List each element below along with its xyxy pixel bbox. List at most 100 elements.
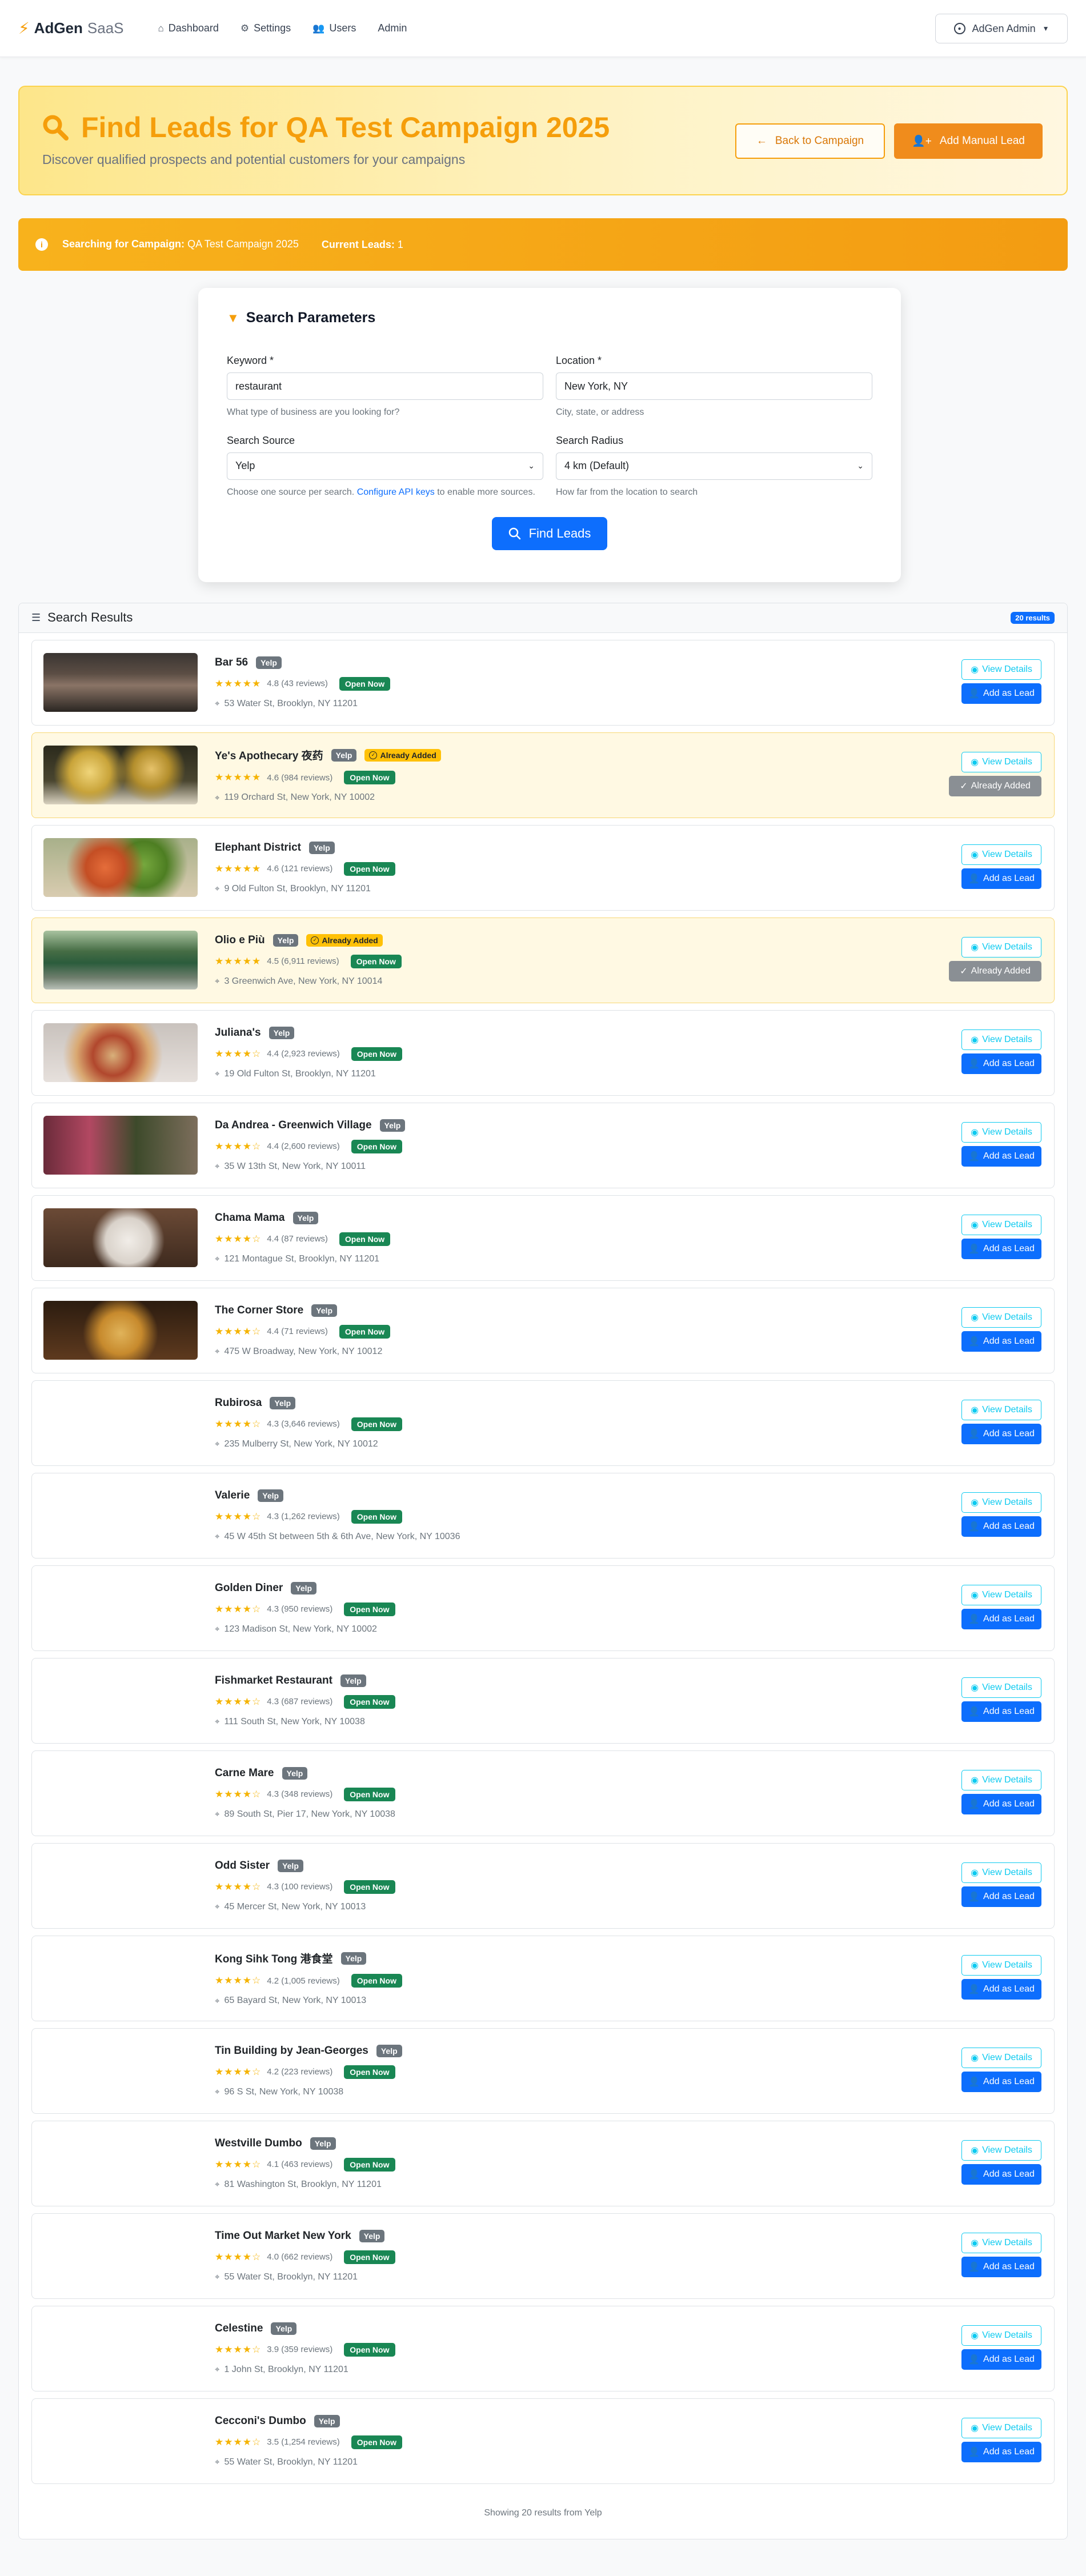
result-rating-row: ★★★★☆ 4.2 (223 reviews) Open Now <box>215 2065 402 2079</box>
rating-text: 4.3 (348 reviews) <box>267 1789 333 1800</box>
view-details-button[interactable]: ◉ View Details <box>961 2325 1041 2346</box>
nav-link-label: Admin <box>378 22 407 34</box>
add-as-lead-button[interactable]: 👤 Add as Lead <box>961 1423 1041 1444</box>
user-menu-button[interactable]: ● AdGen Admin ▼ <box>935 14 1068 43</box>
add-as-lead-button[interactable]: 👤 Add as Lead <box>961 1608 1041 1629</box>
result-address-row: ⌖ 53 Water St, Brooklyn, NY 11201 <box>215 699 390 709</box>
user-plus-icon: 👤 <box>968 1984 980 1994</box>
add-as-lead-button[interactable]: 👤 Add as Lead <box>961 683 1041 704</box>
view-details-label: View Details <box>982 2052 1032 2062</box>
view-details-button[interactable]: ◉ View Details <box>961 1214 1041 1235</box>
view-details-button[interactable]: ◉ View Details <box>961 844 1041 865</box>
add-as-lead-button[interactable]: 👤 Add as Lead <box>961 1331 1041 1352</box>
result-rating-row: ★★★★☆ 4.3 (687 reviews) Open Now <box>215 1694 395 1709</box>
add-as-lead-button[interactable]: 👤 Add as Lead <box>961 1238 1041 1259</box>
result-body: Bar 56 Yelp ★★★★★ 4.8 (43 reviews) Open Now ⌖… <box>215 656 391 709</box>
nav-link-users[interactable]: 👥 Users <box>312 22 356 34</box>
view-details-button[interactable]: ◉ View Details <box>961 751 1041 772</box>
add-as-lead-button[interactable]: 👤 Add as Lead <box>961 1516 1041 1537</box>
add-as-lead-label: Add as Lead <box>983 1336 1035 1346</box>
add-as-lead-button[interactable]: 👤 Add as Lead <box>961 2164 1041 2185</box>
eye-icon: ◉ <box>971 2423 979 2433</box>
source-badge: Yelp <box>314 2414 340 2427</box>
view-details-button[interactable]: ◉ View Details <box>961 936 1041 958</box>
campaign-name-group: i Searching for Campaign: QA Test Campai… <box>35 238 299 251</box>
users-icon: 👥 <box>312 22 325 34</box>
result-title-row: Juliana's Yelp <box>215 1026 402 1039</box>
result-address-row: ⌖ 111 South St, New York, NY 10038 <box>215 1717 395 1727</box>
source-select[interactable]: Yelp ⌄ <box>227 452 543 480</box>
result-actions: ◉ View Details 👤 Add as Lead <box>961 1399 1041 1444</box>
add-as-lead-button[interactable]: 👤 Add as Lead <box>961 1886 1041 1907</box>
result-actions: ◉ View Details 👤 Add as Lead <box>961 2417 1041 2462</box>
result-address-row: ⌖ 123 Madison St, New York, NY 10002 <box>215 1624 395 1634</box>
result-card: Valerie Yelp ★★★★☆ 4.3 (1,262 reviews) Open … <box>31 1472 1055 1559</box>
result-rating-row: ★★★★☆ 4.0 (662 reviews) Open Now <box>215 2250 395 2264</box>
result-rating-row: ★★★★☆ 4.2 (1,005 reviews) Open Now <box>215 1974 402 1988</box>
add-as-lead-button[interactable]: 👤 Add as Lead <box>961 1053 1041 1074</box>
result-title-row: Time Out Market New York Yelp <box>215 2229 395 2242</box>
result-body: The Corner Store Yelp ★★★★☆ 4.4 (71 reviews… <box>215 1304 391 1357</box>
result-actions: ◉ View Details 👤 Add as Lead <box>961 2140 1041 2185</box>
map-pin-icon: ⌖ <box>215 1161 220 1172</box>
view-details-button[interactable]: ◉ View Details <box>961 1862 1041 1883</box>
view-details-button[interactable]: ◉ View Details <box>961 1769 1041 1790</box>
result-rating-row: ★★★★☆ 4.3 (3,646 reviews) Open Now <box>215 1417 402 1431</box>
brand-logo[interactable]: ⚡ AdGen SaaS <box>18 19 124 38</box>
result-title-row: Valerie Yelp <box>215 1489 460 1502</box>
view-details-button[interactable]: ◉ View Details <box>961 2140 1041 2161</box>
view-details-button[interactable]: ◉ View Details <box>961 659 1041 680</box>
view-details-button[interactable]: ◉ View Details <box>961 1584 1041 1605</box>
radius-select[interactable]: 4 km (Default) ⌄ <box>556 452 872 480</box>
view-details-button[interactable]: ◉ View Details <box>961 1121 1041 1143</box>
star-rating-icon: ★★★★☆ <box>215 2066 262 2077</box>
eye-icon: ◉ <box>971 1035 979 1045</box>
user-plus-icon: 👤 <box>968 2447 980 2457</box>
view-details-button[interactable]: ◉ View Details <box>961 1029 1041 1050</box>
view-details-button[interactable]: ◉ View Details <box>961 1492 1041 1513</box>
view-details-button[interactable]: ◉ View Details <box>961 1677 1041 1698</box>
rating-text: 4.3 (3,646 reviews) <box>267 1419 340 1429</box>
configure-api-keys-link[interactable]: Configure API keys <box>357 487 435 497</box>
keyword-input[interactable] <box>227 372 543 400</box>
result-actions: ◉ View Details 👤 Add as Lead <box>961 1214 1041 1259</box>
nav-link-dashboard[interactable]: ⌂ Dashboard <box>158 22 219 34</box>
add-as-lead-button[interactable]: 👤 Add as Lead <box>961 2349 1041 2370</box>
nav-link-settings[interactable]: ⚙ Settings <box>241 22 291 34</box>
add-as-lead-button[interactable]: 👤 Add as Lead <box>961 1701 1041 1722</box>
result-body: Juliana's Yelp ★★★★☆ 4.4 (2,923 reviews) Ope… <box>215 1026 402 1079</box>
view-details-button[interactable]: ◉ View Details <box>961 2417 1041 2438</box>
back-to-campaign-button[interactable]: ← Back to Campaign <box>735 123 885 159</box>
open-now-badge: Open Now <box>351 1139 402 1153</box>
add-manual-lead-button[interactable]: 👤+ Add Manual Lead <box>894 123 1043 159</box>
result-actions: ◉ View Details 👤 Add as Lead <box>961 1307 1041 1352</box>
location-input[interactable] <box>556 372 872 400</box>
add-as-lead-button[interactable]: 👤 Add as Lead <box>961 1793 1041 1814</box>
result-address-row: ⌖ 65 Bayard St, New York, NY 10013 <box>215 1996 402 2006</box>
add-as-lead-label: Add as Lead <box>983 1984 1035 1994</box>
map-pin-icon: ⌖ <box>215 1717 220 1727</box>
nav-links: ⌂ Dashboard ⚙ Settings 👥 Users Admin <box>158 22 407 34</box>
add-as-lead-button[interactable]: 👤 Add as Lead <box>961 868 1041 889</box>
find-leads-button[interactable]: Find Leads <box>492 516 607 550</box>
brand-suffix: SaaS <box>87 19 124 37</box>
source-badge: Yelp <box>282 1766 308 1780</box>
view-details-button[interactable]: ◉ View Details <box>961 2047 1041 2068</box>
view-details-button[interactable]: ◉ View Details <box>961 1307 1041 1328</box>
business-address: 9 Old Fulton St, Brooklyn, NY 11201 <box>224 883 371 894</box>
add-as-lead-button[interactable]: 👤 Add as Lead <box>961 1978 1041 2000</box>
add-as-lead-button[interactable]: 👤 Add as Lead <box>961 2441 1041 2462</box>
result-thumbnail <box>43 1949 198 2008</box>
view-details-button[interactable]: ◉ View Details <box>961 1399 1041 1420</box>
star-rating-icon: ★★★★☆ <box>215 1325 262 1337</box>
add-as-lead-button[interactable]: 👤 Add as Lead <box>961 2256 1041 2277</box>
result-thumbnail <box>43 1023 198 1083</box>
add-as-lead-button[interactable]: 👤 Add as Lead <box>961 2071 1041 2092</box>
add-as-lead-button[interactable]: 👤 Add as Lead <box>961 1145 1041 1167</box>
map-pin-icon: ⌖ <box>215 1347 220 1357</box>
view-details-button[interactable]: ◉ View Details <box>961 2232 1041 2253</box>
view-details-button[interactable]: ◉ View Details <box>961 1954 1041 1976</box>
nav-link-admin[interactable]: Admin <box>378 22 407 34</box>
result-title-row: Westville Dumbo Yelp <box>215 2137 395 2150</box>
result-actions: ◉ View Details 👤 Add as Lead <box>961 1584 1041 1629</box>
